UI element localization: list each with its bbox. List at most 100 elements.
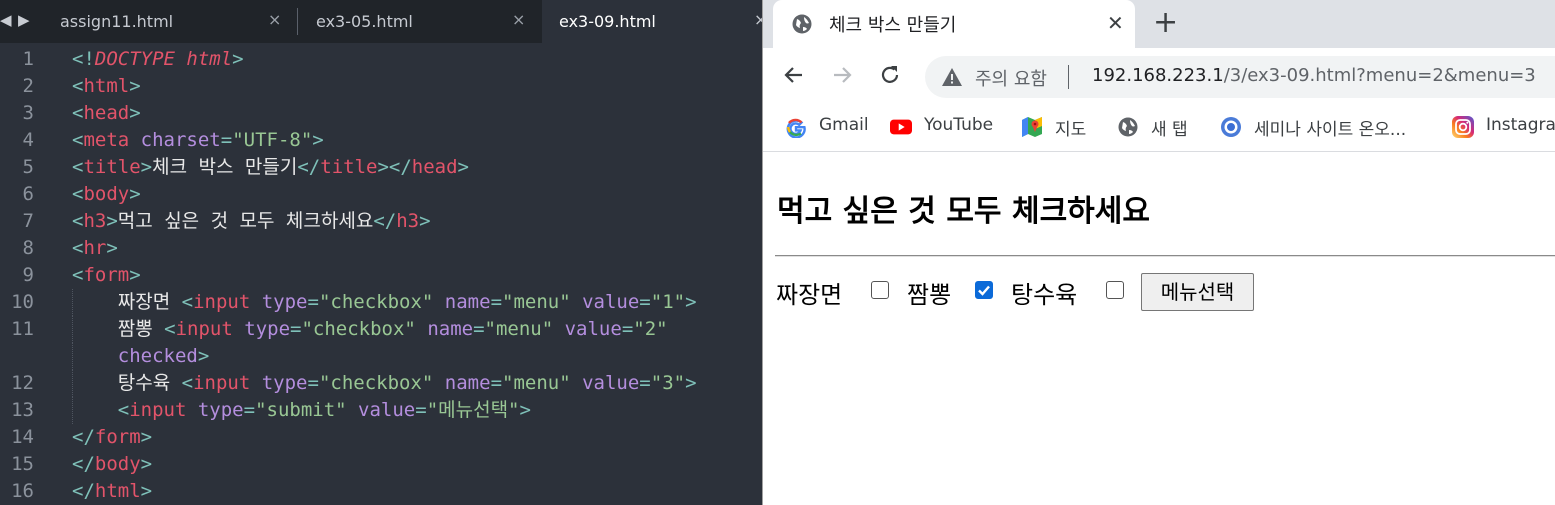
url-text[interactable]: 192.168.223.1/3/ex3-09.html?menu=2&menu=… xyxy=(1092,65,1536,86)
bookmark-label: Instagram xyxy=(1486,115,1555,135)
security-status[interactable]: 주의 요함 xyxy=(975,65,1047,91)
code-line[interactable]: 4 <meta charset="UTF-8"> xyxy=(0,127,762,154)
code-token: </ xyxy=(373,210,397,232)
back-arrow-icon[interactable] xyxy=(781,62,807,88)
code-line[interactable]: 10 짜장면 <input type="checkbox" name="menu… xyxy=(0,289,762,316)
code-token: form xyxy=(83,264,130,286)
code-token: = xyxy=(621,318,634,340)
chrome-icon xyxy=(1221,117,1241,137)
close-icon[interactable]: × xyxy=(512,10,525,29)
code-line[interactable]: 16 </html> xyxy=(0,478,762,505)
code-line[interactable]: 9 <form> xyxy=(0,262,762,289)
youtube-icon xyxy=(890,119,912,135)
code-token: = xyxy=(415,399,427,421)
code-token: name xyxy=(427,318,474,340)
code-token: 짬뽕 xyxy=(72,318,165,340)
code-line[interactable]: 12 탕수육 <input type="checkbox" name="menu… xyxy=(0,370,762,397)
editor-tab-label: assign11.html xyxy=(60,12,174,31)
browser-tab-strip: 체크 박스 만들기 ✕ + xyxy=(763,0,1555,48)
code-token: = xyxy=(490,372,503,394)
line-number: 4 xyxy=(22,129,34,151)
address-bar[interactable]: 주의 요함 192.168.223.1/3/ex3-09.html?menu=2… xyxy=(925,56,1555,98)
code-text: 짬뽕 <input type="checkbox" name="menu" va… xyxy=(72,316,668,343)
submit-button[interactable]: 메뉴선택 xyxy=(1141,273,1254,311)
new-tab-button[interactable]: + xyxy=(1153,8,1178,38)
code-token: type xyxy=(261,372,308,394)
url-host: 192.168.223.1 xyxy=(1092,65,1224,86)
code-token: = xyxy=(220,129,233,151)
code-token: h3 xyxy=(83,210,107,232)
code-token: value xyxy=(564,318,622,340)
code-token: </ xyxy=(72,426,95,448)
code-token: 체크 박스 만들기 xyxy=(152,156,298,178)
code-token: < xyxy=(72,129,84,151)
code-line[interactable]: 3 <head> xyxy=(0,100,762,127)
code-line[interactable]: 2 <html> xyxy=(0,73,762,100)
code-token: "submit" xyxy=(255,399,359,421)
warning-icon[interactable] xyxy=(941,67,963,87)
code-token: hr xyxy=(83,237,107,259)
code-token: > xyxy=(129,183,141,205)
code-token: title xyxy=(320,156,378,178)
code-token: "checkbox" xyxy=(318,372,445,394)
code-line[interactable]: 13 <input type="submit" value="메뉴선택"> xyxy=(0,397,762,424)
code-text: <!DOCTYPE html> xyxy=(72,46,244,73)
code-line[interactable]: 11 짬뽕 <input type="checkbox" name="menu"… xyxy=(0,316,762,343)
code-editor: ◀ ▶ assign11.html × ex3-05.html × ex3-09… xyxy=(0,0,762,505)
close-icon[interactable]: × xyxy=(754,10,762,29)
code-token: "1" xyxy=(650,291,686,313)
close-icon[interactable]: × xyxy=(268,10,281,29)
code-token: < xyxy=(72,183,84,205)
editor-tab-bar: ◀ ▶ assign11.html × ex3-05.html × ex3-09… xyxy=(0,0,762,43)
code-token: DOCTYPE html xyxy=(94,48,233,70)
editor-tab-ex3-05[interactable]: ex3-05.html × xyxy=(300,0,542,43)
editor-tab-label: ex3-05.html xyxy=(316,12,413,31)
code-token: > xyxy=(129,264,141,286)
reload-icon[interactable] xyxy=(877,62,903,88)
editor-tab-ex3-09[interactable]: ex3-09.html × xyxy=(542,0,762,43)
code-line[interactable]: 8 <hr> xyxy=(0,235,762,262)
browser-tab-active[interactable]: 체크 박스 만들기 ✕ xyxy=(773,0,1135,48)
code-line[interactable]: 7 <h3>먹고 싶은 것 모두 체크하세요</h3> xyxy=(0,208,762,235)
code-token: < xyxy=(181,291,194,313)
code-line[interactable]: 6 <body> xyxy=(0,181,762,208)
code-token: h3 xyxy=(396,210,420,232)
line-number: 2 xyxy=(22,75,34,97)
code-token: input xyxy=(129,399,198,421)
code-token: name xyxy=(444,372,491,394)
code-token: value xyxy=(358,399,416,421)
line-number: 8 xyxy=(22,237,34,259)
bookmarks-bar: Gmail YouTube 지도 새 탭 세미나 사이트 온오... Insta… xyxy=(763,105,1555,152)
browser-window: 체크 박스 만들기 ✕ + 주의 요함 192.168.223.1/3/ex3-… xyxy=(763,0,1555,505)
code-token: < xyxy=(72,210,84,232)
checkbox-jjamppong[interactable] xyxy=(975,281,993,299)
forward-arrow-icon[interactable] xyxy=(829,62,855,88)
code-token: "2" xyxy=(633,318,668,340)
line-number: 5 xyxy=(22,156,34,178)
code-token: input xyxy=(175,318,245,340)
code-text: 짜장면 <input type="checkbox" name="menu" v… xyxy=(72,289,697,316)
code-token: meta xyxy=(83,129,141,151)
code-line[interactable]: checked> xyxy=(0,343,762,370)
code-token: < xyxy=(72,102,84,124)
bookmark-label: 세미나 사이트 온오... xyxy=(1254,120,1407,140)
code-token: type xyxy=(197,399,244,421)
code-line[interactable]: 1 <!DOCTYPE html> xyxy=(0,46,762,73)
code-token: > xyxy=(312,129,324,151)
editor-tab-assign11[interactable]: assign11.html × xyxy=(0,0,297,43)
code-line[interactable]: 15 </body> xyxy=(0,451,762,478)
browser-toolbar: 주의 요함 192.168.223.1/3/ex3-09.html?menu=2… xyxy=(763,48,1555,105)
close-icon[interactable]: ✕ xyxy=(1107,11,1124,35)
code-token: <! xyxy=(72,48,95,70)
code-text: <html> xyxy=(72,73,141,100)
code-text: <title>체크 박스 만들기</title></head> xyxy=(72,154,469,181)
code-line[interactable]: 14 </form> xyxy=(0,424,762,451)
code-token: > xyxy=(106,210,118,232)
code-text: <meta charset="UTF-8"> xyxy=(72,127,324,154)
checkbox-tangsuyuk[interactable] xyxy=(1106,281,1124,299)
web-page-content: 먹고 싶은 것 모두 체크하세요 짜장면 짬뽕 탕수육 메뉴선택 xyxy=(763,153,1555,505)
code-line[interactable]: 5 <title>체크 박스 만들기</title></head> xyxy=(0,154,762,181)
checkbox-jjajangmyeon[interactable] xyxy=(871,281,889,299)
bookmark-label: 새 탭 xyxy=(1151,120,1188,140)
